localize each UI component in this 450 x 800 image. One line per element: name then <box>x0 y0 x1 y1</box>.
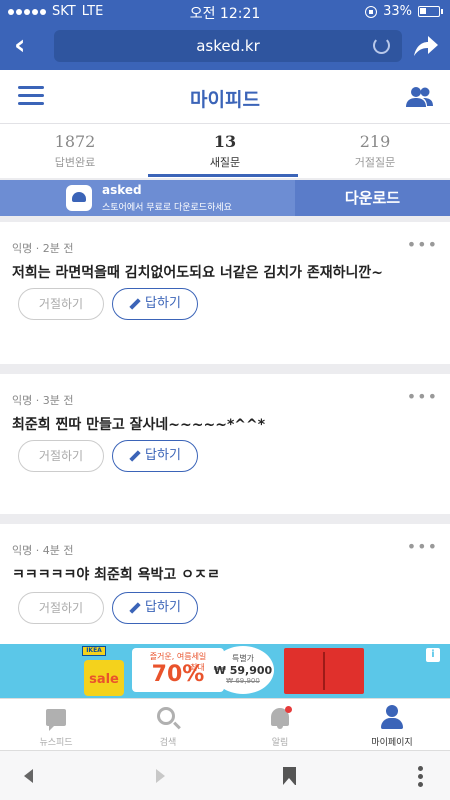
friends-icon <box>406 87 433 107</box>
banner-subtitle: 스토어에서 무료로 다운로드하세요 <box>102 203 232 213</box>
answer-button[interactable]: 답하기 <box>112 592 198 624</box>
question-meta: 익명 · 2분 전 <box>12 242 74 255</box>
pencil-icon <box>129 297 141 310</box>
question-text: ㅋㅋㅋㅋㅋ야 최준희 욕박고 ㅇㅈㄹ <box>12 567 220 583</box>
search-icon <box>157 707 175 725</box>
tab-search[interactable]: 검색 <box>112 699 224 751</box>
ad-banner[interactable]: IKEA sale 즐거운, 여름세일 70% 최대 특별가 ₩ 59,900 … <box>0 644 450 698</box>
download-button[interactable]: 다운로드 <box>295 180 450 216</box>
more-options-icon[interactable]: ••• <box>407 389 438 405</box>
share-button[interactable] <box>410 32 440 60</box>
question-text: 저희는 라면먹을때 김치없어도되요 너같은 김치가 존재하니깐~ <box>12 265 383 281</box>
reject-button[interactable]: 거절하기 <box>18 288 104 320</box>
back-button[interactable]: ‹ <box>14 31 42 60</box>
tab-rejected[interactable]: 219 거절질문 <box>300 124 450 178</box>
reject-button[interactable]: 거절하기 <box>18 592 104 624</box>
orientation-lock-icon <box>365 5 378 18</box>
app-header: 마이피드 <box>0 70 450 124</box>
more-options-icon[interactable]: ••• <box>407 237 438 253</box>
question-meta: 익명 · 3분 전 <box>12 394 74 407</box>
banner-app-name: asked <box>102 183 142 197</box>
browser-toolbar <box>0 750 450 800</box>
answer-button[interactable]: 답하기 <box>112 288 198 320</box>
browser-forward-icon[interactable] <box>156 769 165 783</box>
new-questions-label: 새질문 <box>209 156 241 169</box>
tab-label: 알림 <box>271 738 289 748</box>
tab-newsfeed[interactable]: 뉴스피드 <box>0 699 112 751</box>
friends-button[interactable] <box>406 86 434 108</box>
discount-tag: 즐거운, 여름세일 70% 최대 <box>132 648 224 692</box>
pencil-icon <box>129 601 141 614</box>
url-text: asked.kr <box>196 37 260 55</box>
question-card: 익명 · 2분 전 ••• 저희는 라면먹을때 김치없어도되요 너같은 김치가 … <box>0 222 450 364</box>
tab-label: 마이페이지 <box>371 738 413 748</box>
reload-icon[interactable] <box>373 37 390 54</box>
sale-price: ₩ 59,900 <box>213 664 273 677</box>
new-questions-count: 13 <box>213 132 237 151</box>
url-bar[interactable]: asked.kr <box>54 30 402 62</box>
answered-count: 1872 <box>54 132 96 151</box>
tab-label: 뉴스피드 <box>39 738 73 748</box>
reject-button[interactable]: 거절하기 <box>18 440 104 472</box>
question-text: 최준희 찐따 만들고 잘사네~~~~~*^^* <box>12 417 266 433</box>
notification-dot <box>285 706 292 713</box>
question-card: 익명 · 4분 전 ••• ㅋㅋㅋㅋㅋ야 최준희 욕박고 ㅇㅈㄹ 거절하기 답하… <box>0 524 450 644</box>
tab-mypage[interactable]: 마이페이지 <box>336 699 448 751</box>
browser-menu-icon[interactable] <box>418 766 424 788</box>
newsfeed-icon <box>46 709 66 731</box>
answer-button[interactable]: 답하기 <box>112 440 198 472</box>
ad-info-icon[interactable]: i <box>426 648 440 662</box>
bottom-tab-bar: 뉴스피드 검색 알림 마이페이지 <box>0 698 450 750</box>
app-download-banner: asked 스토어에서 무료로 다운로드하세요 다운로드 <box>0 180 450 216</box>
status-bar: SKT LTE 오전 12:21 33% <box>0 0 450 24</box>
browser-chrome: SKT LTE 오전 12:21 33% ‹ asked.kr <box>0 0 450 70</box>
pencil-icon <box>129 449 141 462</box>
rejected-count: 219 <box>359 132 391 151</box>
share-arrow-icon <box>414 36 438 56</box>
browser-nav-row: ‹ asked.kr <box>0 28 450 64</box>
question-card: 익명 · 3분 전 ••• 최준희 찐따 만들고 잘사네~~~~~*^^* 거절… <box>0 374 450 514</box>
tab-answered[interactable]: 1872 답변완료 <box>0 124 150 178</box>
ikea-logo: IKEA <box>82 646 106 656</box>
original-price: ₩ 69,900 <box>226 677 260 685</box>
ad-headline: 즐거운, 여름세일 <box>149 652 207 661</box>
battery-icon <box>418 6 443 17</box>
feed-stats: 1872 답변완료 13 새질문 219 거절질문 <box>0 124 450 178</box>
cabinet-image <box>284 648 364 694</box>
person-icon <box>380 705 404 731</box>
sale-badge: sale <box>84 660 124 696</box>
tab-label: 검색 <box>159 738 177 748</box>
browser-back-icon[interactable] <box>24 769 33 783</box>
battery-percent: 33% <box>383 4 412 19</box>
ad-discount: 70% <box>151 662 205 687</box>
price-label: 특별가 <box>231 654 255 663</box>
active-tab-indicator <box>148 174 298 177</box>
price-badge: 특별가 ₩ 59,900 ₩ 69,900 <box>212 646 274 694</box>
rejected-label: 거절질문 <box>354 156 396 169</box>
tab-new-questions[interactable]: 13 새질문 <box>150 124 300 178</box>
asked-app-icon <box>66 185 92 211</box>
page-title: 마이피드 <box>190 89 260 111</box>
ad-max-label: 최대 <box>190 663 205 672</box>
tab-notifications[interactable]: 알림 <box>224 699 336 751</box>
bookmark-icon[interactable] <box>283 767 296 785</box>
answered-label: 답변완료 <box>54 156 96 169</box>
more-options-icon[interactable]: ••• <box>407 539 438 555</box>
question-meta: 익명 · 4분 전 <box>12 544 74 557</box>
